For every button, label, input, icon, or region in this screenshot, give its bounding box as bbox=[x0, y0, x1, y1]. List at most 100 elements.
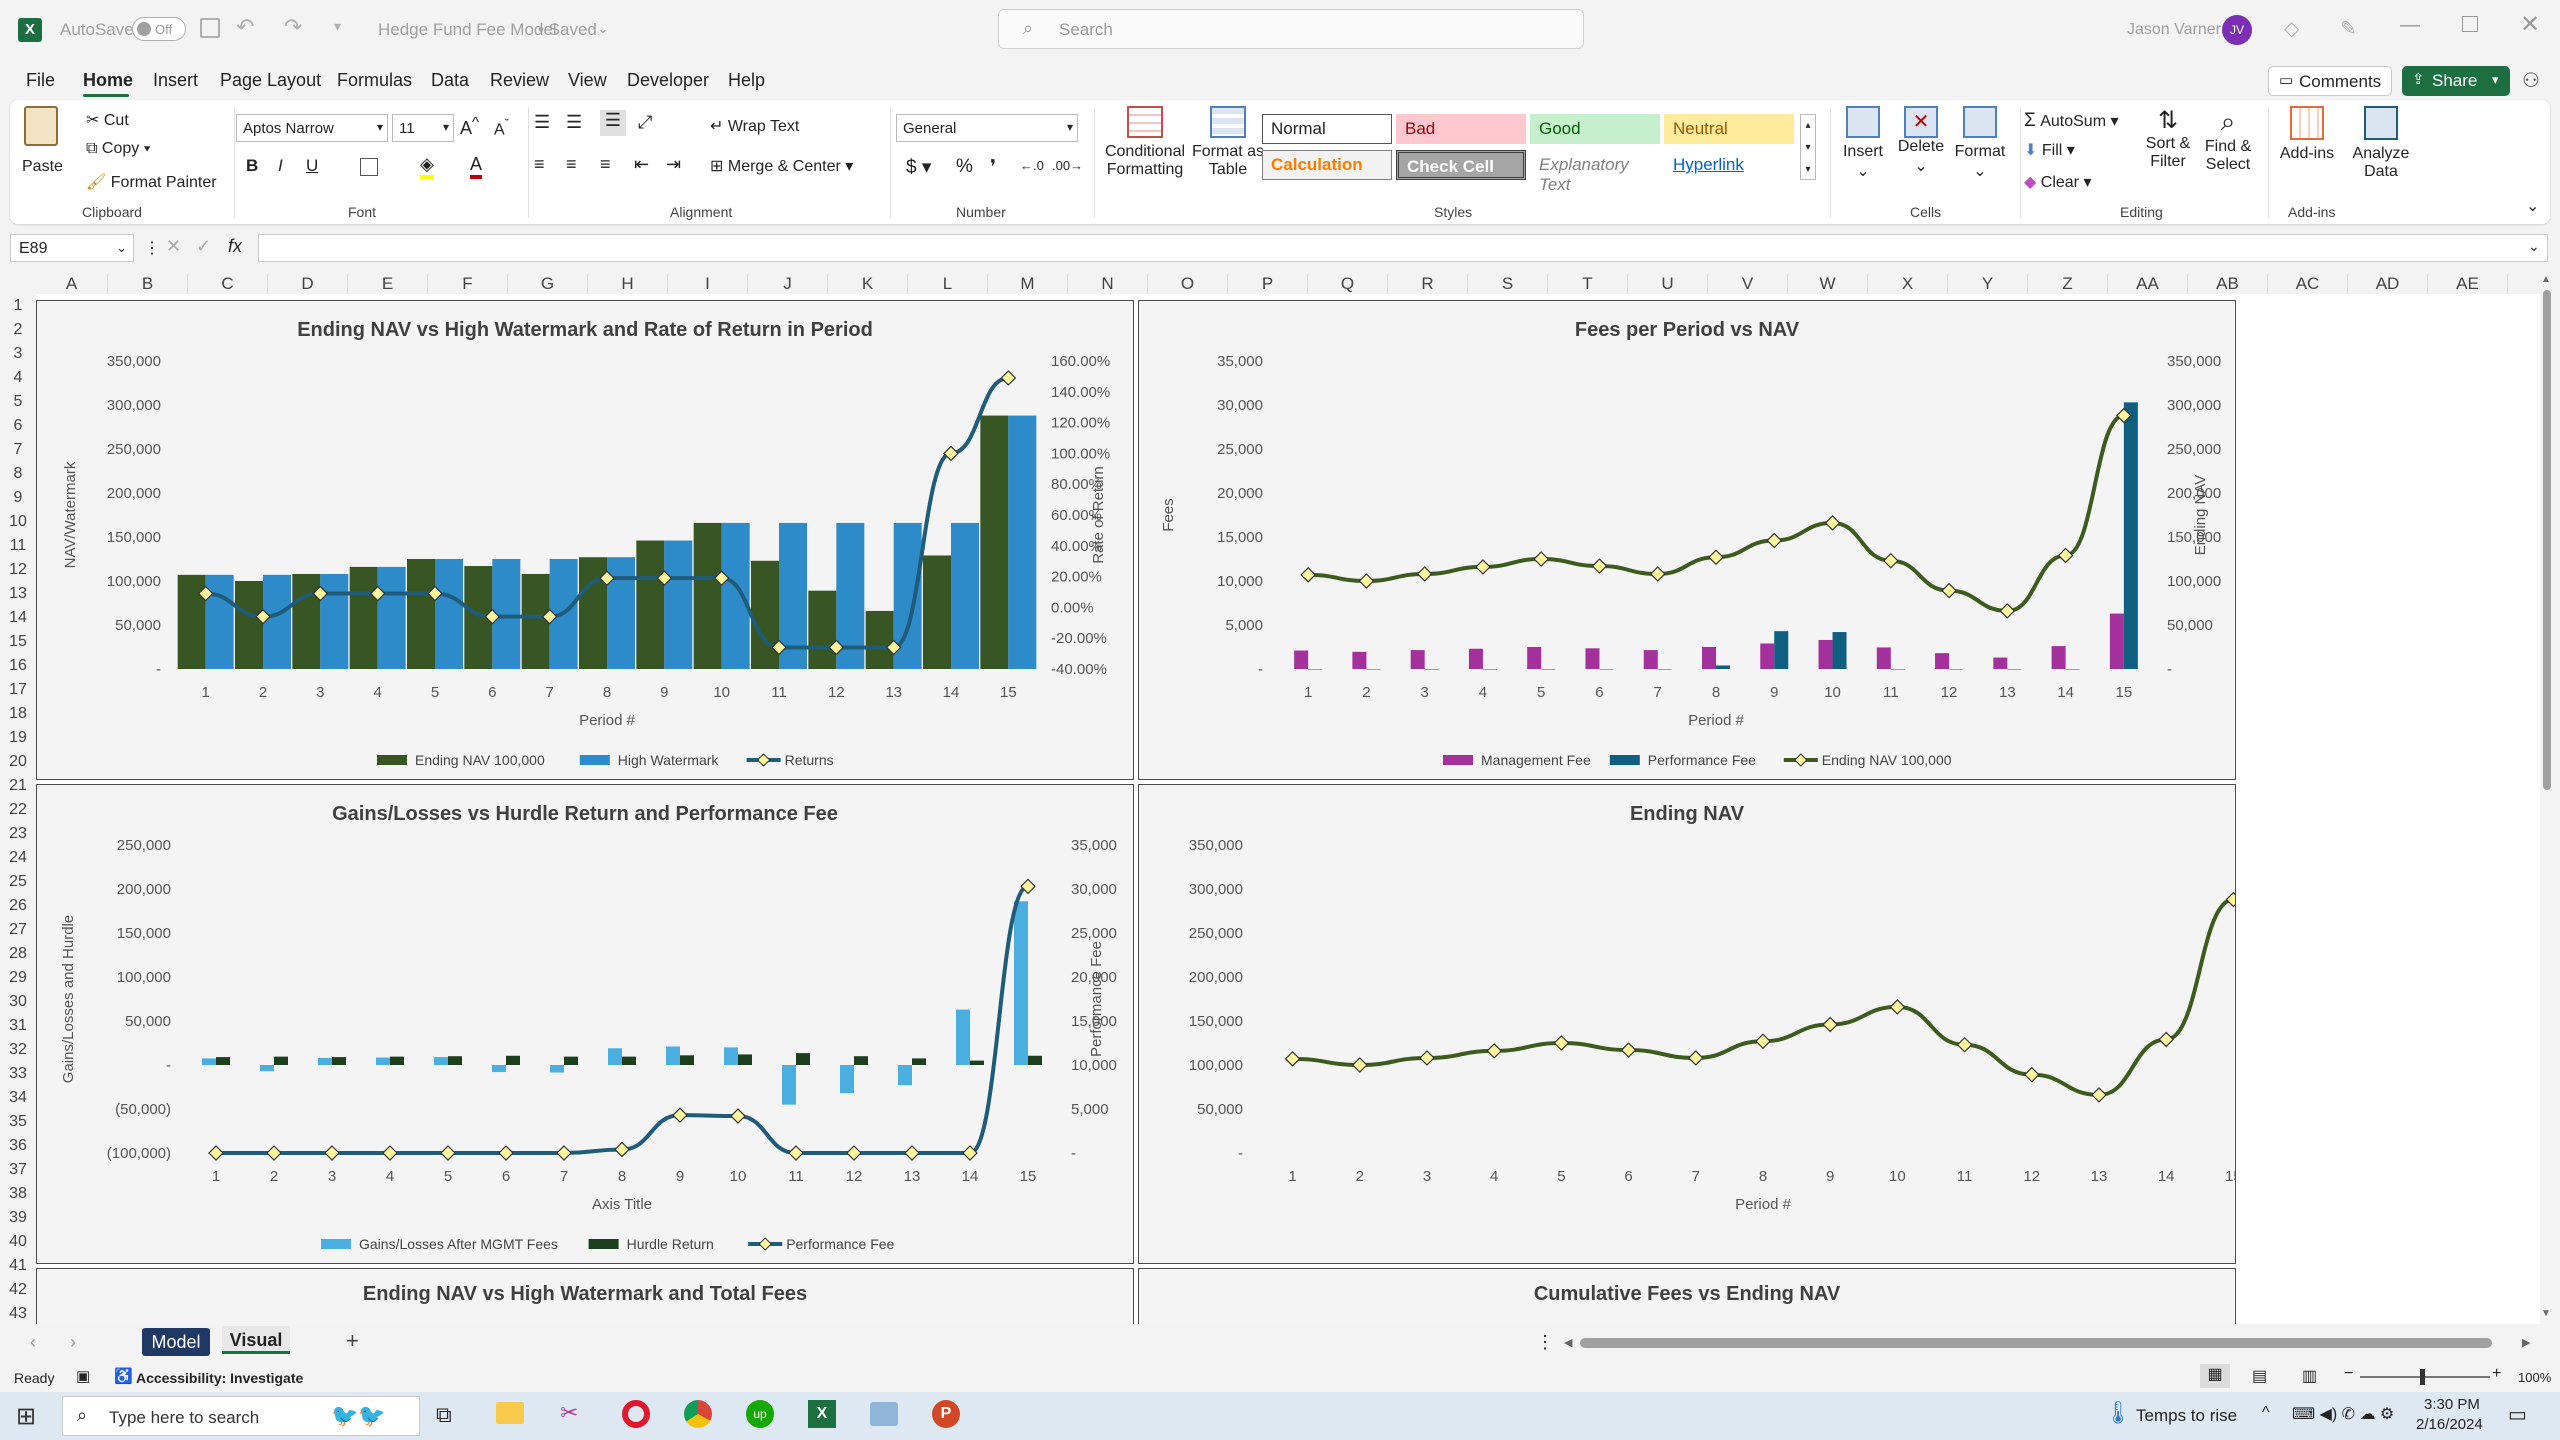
column-header-S[interactable]: S bbox=[1468, 274, 1548, 294]
pen-icon[interactable]: ✎ bbox=[2340, 16, 2357, 41]
align-left-icon[interactable]: ≡ bbox=[534, 154, 545, 175]
row-header-19[interactable]: 19 bbox=[0, 726, 36, 750]
align-right-icon[interactable]: ≡ bbox=[600, 154, 611, 175]
tabs-options-icon[interactable]: ⋮ bbox=[1536, 1332, 1554, 1353]
column-header-AD[interactable]: AD bbox=[2348, 274, 2428, 294]
increase-indent-icon[interactable]: ⇥ bbox=[666, 154, 681, 175]
accessibility-status[interactable]: Accessibility: Investigate bbox=[136, 1370, 303, 1386]
row-header-31[interactable]: 31 bbox=[0, 1014, 36, 1038]
sheet-tab-visual[interactable]: Visual bbox=[222, 1326, 290, 1354]
file-explorer-icon[interactable] bbox=[496, 1402, 524, 1424]
row-header-35[interactable]: 35 bbox=[0, 1110, 36, 1134]
increase-font-icon[interactable]: A^ bbox=[460, 114, 479, 139]
font-color-icon[interactable]: A bbox=[470, 154, 483, 179]
fill-color-icon[interactable]: ◈ bbox=[420, 154, 434, 179]
formula-input[interactable] bbox=[258, 234, 2548, 262]
page-layout-view-icon[interactable]: ▤ bbox=[2252, 1366, 2267, 1386]
style-check-cell[interactable]: Check Cell bbox=[1396, 150, 1526, 180]
align-center-icon[interactable]: ≡ bbox=[566, 154, 577, 175]
menu-developer[interactable]: Developer bbox=[627, 70, 709, 91]
horizontal-scrollbar-thumb[interactable] bbox=[1580, 1338, 2492, 1348]
borders-icon[interactable] bbox=[360, 158, 378, 176]
share-button[interactable]: ⇪ Share ▾ bbox=[2402, 66, 2510, 96]
column-header-AB[interactable]: AB bbox=[2188, 274, 2268, 294]
row-header-34[interactable]: 34 bbox=[0, 1086, 36, 1110]
chart-nav-watermark-total-fees[interactable]: Ending NAV vs High Watermark and Total F… bbox=[36, 1268, 1134, 1328]
quick-access-chevron-icon[interactable]: ▾ bbox=[334, 18, 341, 35]
column-header-X[interactable]: X bbox=[1868, 274, 1948, 294]
row-header-23[interactable]: 23 bbox=[0, 822, 36, 846]
normal-view-icon[interactable]: ▦ bbox=[2200, 1364, 2230, 1388]
column-header-L[interactable]: L bbox=[908, 274, 988, 294]
delete-cells-button[interactable]: ✕ Delete ⌄ bbox=[1894, 106, 1948, 202]
chart-cumulative-fees-vs-nav[interactable]: Cumulative Fees vs Ending NAV bbox=[1138, 1268, 2236, 1328]
wrap-text-button[interactable]: ↵ Wrap Text bbox=[710, 116, 799, 136]
more-icon[interactable]: ⋮ bbox=[144, 238, 160, 258]
number-format-select[interactable]: General ▾ bbox=[896, 114, 1078, 142]
align-top-icon[interactable]: ☰ bbox=[534, 112, 550, 133]
column-header-Y[interactable]: Y bbox=[1948, 274, 2028, 294]
row-header-32[interactable]: 32 bbox=[0, 1038, 36, 1062]
increase-decimal-icon[interactable]: ←.0 bbox=[1020, 158, 1044, 173]
column-header-U[interactable]: U bbox=[1628, 274, 1708, 294]
style-good[interactable]: Good bbox=[1530, 114, 1660, 144]
column-header-E[interactable]: E bbox=[348, 274, 428, 294]
row-header-27[interactable]: 27 bbox=[0, 918, 36, 942]
row-header-21[interactable]: 21 bbox=[0, 774, 36, 798]
zoom-out-icon[interactable]: − bbox=[2344, 1365, 2353, 1383]
row-header-42[interactable]: 42 bbox=[0, 1278, 36, 1302]
column-header-B[interactable]: B bbox=[108, 274, 188, 294]
worksheet-grid[interactable]: Ending NAV vs High Watermark and Rate of… bbox=[36, 294, 2540, 1328]
save-icon[interactable] bbox=[200, 18, 220, 38]
comma-icon[interactable]: ❜ bbox=[990, 156, 996, 179]
underline-button[interactable]: U bbox=[306, 156, 318, 176]
align-bottom-icon[interactable]: ☰ bbox=[600, 110, 626, 136]
row-header-18[interactable]: 18 bbox=[0, 702, 36, 726]
next-sheet-icon[interactable]: › bbox=[70, 1332, 76, 1353]
row-header-15[interactable]: 15 bbox=[0, 630, 36, 654]
row-header-38[interactable]: 38 bbox=[0, 1182, 36, 1206]
column-header-M[interactable]: M bbox=[988, 274, 1068, 294]
redo-icon[interactable]: ↷ bbox=[284, 14, 302, 40]
decrease-font-icon[interactable]: Aˇ bbox=[494, 116, 509, 139]
row-header-14[interactable]: 14 bbox=[0, 606, 36, 630]
decrease-decimal-icon[interactable]: .00→ bbox=[1052, 158, 1083, 173]
row-header-8[interactable]: 8 bbox=[0, 462, 36, 486]
styles-scroll[interactable]: ▴ ▾ ▾ bbox=[1800, 114, 1816, 180]
conditional-formatting-button[interactable]: Conditional Formatting bbox=[1100, 106, 1190, 196]
style-explanatory-text[interactable]: Explanatory Text bbox=[1530, 150, 1660, 194]
column-header-Z[interactable]: Z bbox=[2028, 274, 2108, 294]
column-header-F[interactable]: F bbox=[428, 274, 508, 294]
comments-button[interactable]: ▭ Comments bbox=[2268, 66, 2392, 96]
excel-taskbar-icon[interactable]: X bbox=[808, 1400, 836, 1428]
add-sheet-button[interactable]: + bbox=[346, 1328, 359, 1354]
column-header-D[interactable]: D bbox=[268, 274, 348, 294]
column-header-O[interactable]: O bbox=[1148, 274, 1228, 294]
currency-icon[interactable]: $ ▾ bbox=[906, 156, 931, 179]
row-header-7[interactable]: 7 bbox=[0, 438, 36, 462]
row-header-20[interactable]: 20 bbox=[0, 750, 36, 774]
zoom-in-icon[interactable]: + bbox=[2492, 1365, 2501, 1383]
column-header-T[interactable]: T bbox=[1548, 274, 1628, 294]
notifications-icon[interactable]: ▭ bbox=[2508, 1402, 2527, 1427]
chart-gains-vs-hurdle[interactable]: Gains/Losses vs Hurdle Return and Perfor… bbox=[36, 784, 1134, 1264]
minimize-icon[interactable]: — bbox=[2400, 14, 2420, 37]
autosave-toggle[interactable]: Off bbox=[132, 17, 186, 41]
row-header-3[interactable]: 3 bbox=[0, 342, 36, 366]
powerpoint-icon[interactable]: P bbox=[932, 1400, 960, 1428]
vertical-scrollbar-thumb[interactable] bbox=[2543, 290, 2551, 790]
task-view-icon[interactable]: ⧉ bbox=[436, 1402, 452, 1428]
row-header-4[interactable]: 4 bbox=[0, 366, 36, 390]
column-header-AE[interactable]: AE bbox=[2428, 274, 2508, 294]
menu-review[interactable]: Review bbox=[490, 70, 549, 91]
prev-sheet-icon[interactable]: ‹ bbox=[30, 1332, 36, 1353]
snipping-tool-icon[interactable]: ✂ bbox=[560, 1400, 578, 1426]
feedback-icon[interactable]: ⚇ bbox=[2522, 68, 2540, 93]
avatar[interactable]: JV bbox=[2222, 15, 2252, 45]
menu-home[interactable]: Home bbox=[83, 70, 133, 91]
app-window-icon[interactable] bbox=[870, 1402, 898, 1426]
fx-icon[interactable]: fx bbox=[228, 236, 242, 257]
row-header-5[interactable]: 5 bbox=[0, 390, 36, 414]
opera-icon[interactable] bbox=[622, 1400, 650, 1428]
cut-button[interactable]: ✂ Cut bbox=[86, 110, 129, 130]
